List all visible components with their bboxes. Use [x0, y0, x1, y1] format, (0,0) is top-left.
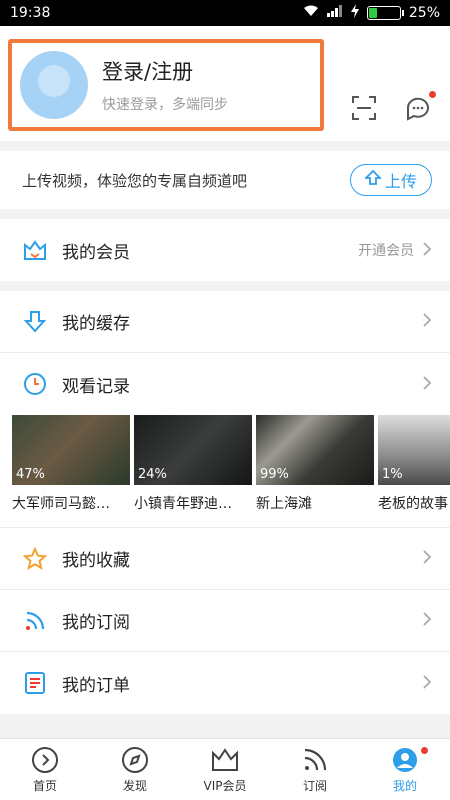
upload-prompt: 上传视频，体验您的专属自频道吧: [22, 171, 248, 190]
user-icon: [392, 745, 418, 775]
membership-section: 我的会员 开通会员: [0, 219, 450, 281]
my-cache-label: 我的缓存: [62, 314, 130, 334]
tab-discover[interactable]: 发现: [90, 739, 180, 800]
order-list-icon: [22, 670, 48, 696]
clock-icon: [22, 371, 48, 397]
upload-button-label: 上传: [384, 172, 417, 191]
subscribe-rss-icon: [302, 745, 328, 775]
my-orders-row[interactable]: 我的订单: [0, 652, 450, 714]
bottom-tab-bar: 首页 发现 VIP会员 订阅 我的: [0, 738, 450, 800]
chevron-right-icon: [422, 375, 432, 394]
rss-icon: [22, 608, 48, 634]
watch-progress: 47%: [16, 467, 45, 482]
history-item[interactable]: 24% 小镇青年野迪…: [134, 415, 252, 513]
compass-icon: [121, 745, 149, 775]
watch-history-label: 观看记录: [62, 376, 130, 397]
video-thumbnail[interactable]: 99%: [256, 415, 374, 485]
video-title[interactable]: 小镇青年野迪…: [134, 493, 252, 513]
crown-icon: [22, 237, 48, 263]
status-bar: 19:38 25%: [0, 0, 450, 26]
notification-dot: [429, 91, 436, 98]
battery-icon: [366, 6, 404, 20]
my-favorites-row[interactable]: 我的收藏: [0, 528, 450, 590]
history-item[interactable]: 1% 老板的故事: [378, 415, 450, 513]
video-thumbnail[interactable]: 24%: [134, 415, 252, 485]
watch-history-row[interactable]: 观看记录: [0, 353, 450, 415]
status-time: 19:38: [10, 5, 51, 21]
star-icon: [22, 546, 48, 572]
scan-icon[interactable]: [350, 94, 378, 122]
video-thumbnail[interactable]: 47%: [12, 415, 130, 485]
profile-header: 登录/注册 快速登录，多端同步: [0, 26, 450, 141]
chevron-right-icon: [422, 312, 432, 331]
battery-percent: 25%: [408, 5, 440, 21]
tab-vip-label: VIP会员: [203, 779, 247, 793]
login-subtitle: 快速登录，多端同步: [102, 97, 228, 113]
chevron-right-icon: [422, 241, 432, 260]
chevron-right-icon: [422, 674, 432, 693]
history-item[interactable]: 47% 大军师司马懿…: [12, 415, 130, 513]
history-item[interactable]: 99% 新上海滩: [256, 415, 374, 513]
upload-arrow-icon: [363, 169, 383, 190]
my-subscriptions-row[interactable]: 我的订阅: [0, 590, 450, 652]
tab-mine-label: 我的: [392, 779, 417, 793]
tab-subscribe-label: 订阅: [302, 779, 327, 793]
download-icon: [22, 309, 48, 335]
login-register-title[interactable]: 登录/注册: [102, 56, 228, 86]
upload-button[interactable]: 上传: [350, 164, 432, 196]
my-subscriptions-label: 我的订阅: [62, 613, 130, 633]
tab-discover-label: 发现: [122, 779, 147, 793]
watch-progress: 24%: [138, 467, 167, 482]
charging-icon: [350, 4, 359, 22]
cache-history-section: 我的缓存 观看记录 47% 大军师司马懿… 24% 小镇青年野迪… 99% 新上…: [0, 291, 450, 714]
my-cache-row[interactable]: 我的缓存: [0, 291, 450, 353]
tab-home[interactable]: 首页: [0, 739, 90, 800]
message-icon[interactable]: [404, 91, 436, 122]
watch-progress: 99%: [260, 467, 289, 482]
signal-icon: [326, 5, 343, 21]
watch-progress: 1%: [382, 467, 403, 482]
tab-subscribe[interactable]: 订阅: [270, 739, 360, 800]
history-list: 47% 大军师司马懿… 24% 小镇青年野迪… 99% 新上海滩 1% 老板的故…: [0, 415, 450, 528]
open-membership-link[interactable]: 开通会员: [358, 240, 414, 260]
video-title[interactable]: 老板的故事: [378, 493, 450, 513]
vip-crown-icon: [210, 745, 240, 775]
login-area[interactable]: 登录/注册 快速登录，多端同步: [8, 39, 324, 131]
video-title[interactable]: 大军师司马懿…: [12, 493, 130, 513]
notification-dot: [421, 747, 428, 754]
tab-home-label: 首页: [32, 779, 57, 793]
home-icon: [31, 745, 59, 775]
video-title[interactable]: 新上海滩: [256, 493, 374, 513]
video-thumbnail[interactable]: 1%: [378, 415, 450, 485]
wifi-icon: [303, 5, 319, 21]
tab-vip[interactable]: VIP会员: [180, 739, 270, 800]
tab-mine[interactable]: 我的: [360, 739, 450, 800]
chevron-right-icon: [422, 549, 432, 568]
avatar[interactable]: [20, 51, 88, 119]
chevron-right-icon: [422, 611, 432, 630]
my-membership-label: 我的会员: [62, 242, 130, 263]
my-membership-row[interactable]: 我的会员 开通会员: [0, 219, 450, 281]
my-favorites-label: 我的收藏: [62, 551, 130, 571]
my-orders-label: 我的订单: [62, 675, 130, 696]
upload-bar: 上传视频，体验您的专属自频道吧 上传: [0, 151, 450, 209]
